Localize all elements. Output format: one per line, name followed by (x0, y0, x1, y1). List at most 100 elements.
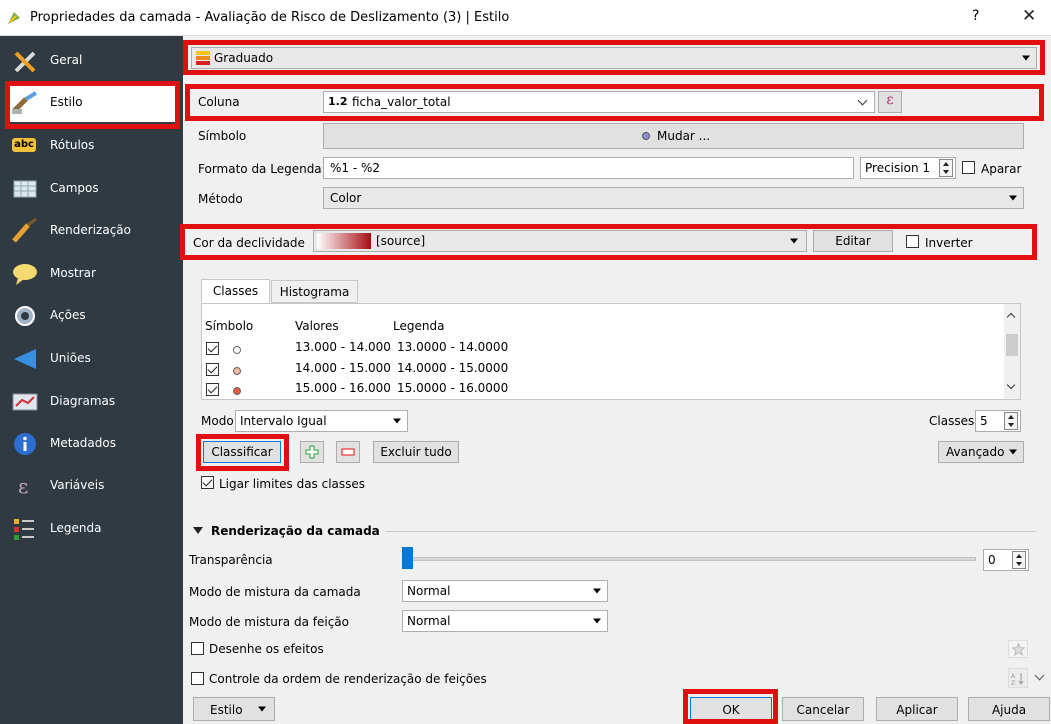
precision-spinbox[interactable]: Precision 1 (860, 157, 956, 179)
legend-format-label: Formato da Legenda (198, 162, 322, 176)
transparency-spinbox[interactable]: 0 (983, 549, 1029, 571)
transparency-slider-handle[interactable] (402, 547, 413, 569)
table-row[interactable]: 15.000 - 16.000 15.0000 - 16.0000 (202, 379, 1002, 399)
sidebar-item-label: Campos (50, 181, 99, 195)
scroll-down-icon[interactable] (1034, 670, 1045, 681)
row-values: 14.000 - 15.000 (295, 361, 391, 375)
sidebar-item-campos[interactable]: Campos (6, 170, 176, 208)
method-label: Método (198, 192, 243, 206)
effects-settings-button[interactable] (1008, 640, 1028, 658)
render-order-checkbox[interactable] (191, 672, 204, 685)
sidebar-item-renderizacao[interactable]: Renderização (6, 212, 176, 250)
mode-label: Modo (201, 414, 234, 428)
chevron-down-icon (1009, 449, 1017, 455)
table-row[interactable]: 14.000 - 15.000 14.0000 - 15.0000 (202, 359, 1002, 379)
abc-label-icon: abc (12, 138, 36, 152)
sidebar-item-label: Geral (50, 53, 83, 67)
precision-value: Precision 1 (865, 161, 930, 175)
help-icon[interactable]: ? (972, 8, 979, 24)
sidebar-item-label: Ações (50, 308, 86, 322)
sidebar-item-variaveis[interactable]: ε Variáveis (6, 467, 176, 505)
sidebar-item-diagramas[interactable]: Diagramas (6, 383, 176, 421)
chevron-down-icon (1009, 195, 1017, 201)
sidebar-item-rotulos[interactable]: abc Rótulos (6, 127, 176, 165)
classify-button[interactable]: Classificar (203, 441, 281, 463)
transparency-label: Transparência (189, 553, 273, 567)
svg-text:Z: Z (1011, 680, 1015, 686)
remove-class-button[interactable] (336, 441, 360, 463)
row-legend: 14.0000 - 15.0000 (397, 361, 509, 375)
sidebar-item-label: Estilo (50, 95, 83, 109)
edit-ramp-button[interactable]: Editar (813, 230, 893, 252)
spinner-arrows-icon[interactable] (939, 159, 953, 177)
method-select[interactable]: Color (323, 187, 1024, 209)
legend-icon (14, 519, 34, 540)
plus-icon (305, 445, 319, 459)
sidebar-item-metadados[interactable]: Metadados (6, 425, 176, 463)
style-menu-button[interactable]: Estilo (193, 697, 275, 721)
cancel-button[interactable]: Cancelar (782, 697, 864, 721)
scroll-down-icon[interactable] (1006, 380, 1016, 390)
invert-checkbox[interactable] (906, 235, 919, 248)
sidebar-item-unioes[interactable]: Uniões (6, 340, 176, 378)
color-ramp-value: [source] (376, 234, 426, 248)
feature-blend-select[interactable]: Normal (402, 610, 608, 632)
apply-button[interactable]: Aplicar (876, 697, 958, 721)
classes-count-label: Classes (929, 414, 975, 428)
sidebar-item-legenda[interactable]: Legenda (6, 510, 176, 548)
sidebar-item-label: Variáveis (50, 478, 105, 492)
link-class-bounds-checkbox[interactable] (201, 476, 214, 489)
delete-all-button[interactable]: Excluir tudo (373, 441, 459, 463)
layer-rendering-header: Renderização da camada (211, 524, 380, 538)
row-values: 15.000 - 16.000 (295, 381, 391, 395)
tab-classes[interactable]: Classes (201, 279, 270, 303)
symbol-label: Símbolo (198, 129, 247, 143)
row-visible-checkbox[interactable] (206, 383, 219, 396)
spinner-arrows-icon[interactable] (1004, 412, 1018, 430)
classes-count-value: 5 (980, 414, 988, 428)
render-brush-icon (12, 217, 37, 243)
color-ramp-select[interactable]: [source] (313, 230, 807, 252)
expression-button[interactable]: ε (878, 91, 902, 113)
advanced-button[interactable]: Avançado (938, 441, 1024, 463)
sidebar-item-acoes[interactable]: Ações (6, 297, 176, 335)
table-scrollbar[interactable] (1004, 304, 1020, 399)
row-values: 13.000 - 14.000 (295, 340, 391, 354)
column-select[interactable]: 1.2 ficha_valor_total (323, 91, 875, 113)
mode-select[interactable]: Intervalo Igual (235, 410, 408, 432)
help-button[interactable]: Ajuda (968, 697, 1050, 721)
renderer-type-select[interactable]: Graduado (191, 47, 1037, 69)
sidebar-item-estilo[interactable]: Estilo (6, 84, 176, 122)
sort-order-button[interactable]: AZ (1008, 668, 1028, 688)
change-symbol-button[interactable]: Mudar ... (323, 123, 1024, 149)
paintbrush-icon (12, 91, 38, 114)
draw-effects-checkbox[interactable] (191, 642, 204, 655)
spinner-arrows-icon[interactable] (1012, 551, 1026, 569)
scroll-up-icon[interactable] (1006, 312, 1016, 322)
classes-count-spinbox[interactable]: 5 (975, 410, 1021, 432)
layer-blend-select[interactable]: Normal (402, 580, 608, 602)
classes-table[interactable]: Símbolo Valores Legenda 13.000 - 14.000 … (201, 303, 1021, 400)
add-class-button[interactable] (300, 441, 324, 463)
chevron-down-icon (1022, 55, 1030, 61)
scrollbar-thumb[interactable] (1006, 334, 1018, 356)
collapse-arrow-icon[interactable] (193, 527, 203, 534)
close-icon[interactable]: ✕ (1022, 6, 1036, 26)
tab-histograma[interactable]: Histograma (271, 280, 358, 303)
link-class-bounds-label: Ligar limites das classes (219, 477, 366, 491)
title-bar: Propriedades da camada - Avaliação de Ri… (0, 0, 1051, 36)
invert-label: Inverter (925, 236, 973, 250)
sidebar-item-geral[interactable]: Geral (6, 42, 176, 80)
table-row[interactable]: 13.000 - 14.000 13.0000 - 14.0000 (202, 338, 1002, 358)
sidebar-item-mostrar[interactable]: Mostrar (6, 255, 176, 293)
header-symbol: Símbolo (205, 319, 254, 333)
section-divider (386, 531, 1036, 532)
header-values: Valores (295, 319, 339, 333)
row-visible-checkbox[interactable] (206, 363, 219, 376)
ok-button[interactable]: OK (690, 697, 772, 721)
legend-format-input[interactable]: %1 - %2 (323, 157, 854, 179)
advanced-label: Avançado (946, 445, 1005, 459)
trim-checkbox[interactable] (962, 161, 975, 174)
row-visible-checkbox[interactable] (206, 342, 219, 355)
transparency-slider[interactable] (402, 557, 976, 561)
